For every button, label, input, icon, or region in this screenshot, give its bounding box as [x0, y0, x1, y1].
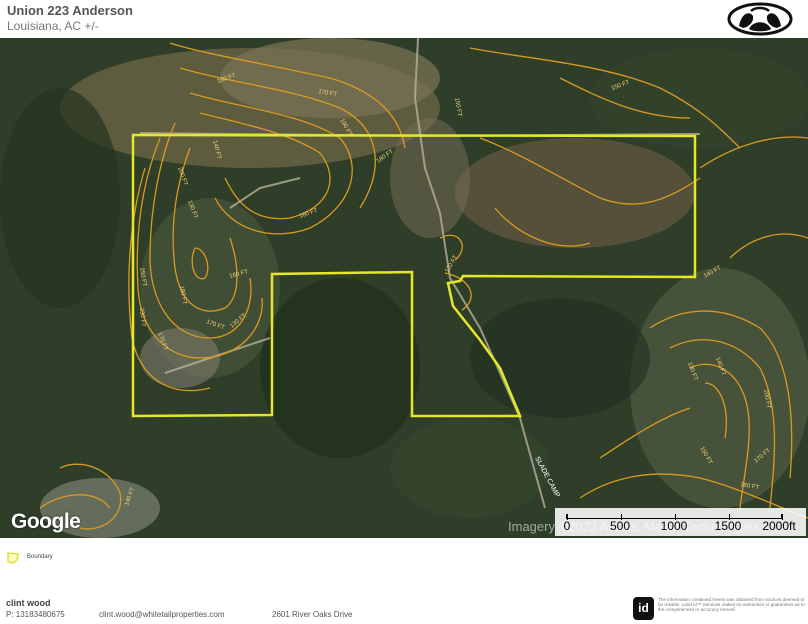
land-id-logo: id: [633, 597, 654, 620]
header: Union 223 Anderson Louisiana, AC +/-: [0, 0, 808, 38]
google-logo: Google: [11, 510, 81, 533]
agent-phone[interactable]: P: 13183480675: [6, 610, 65, 619]
page-subtitle: Louisiana, AC +/-: [7, 19, 99, 33]
scale-label: 500: [609, 519, 631, 533]
page-title: Union 223 Anderson: [7, 3, 133, 18]
whitetail-track-logo: [727, 2, 793, 36]
scale-bar: 0 500 1000 1500 2000ft: [555, 508, 806, 536]
scale-label: 1500: [714, 519, 742, 533]
agent-name: clint wood: [6, 598, 51, 608]
agent-address: 2601 River Oaks Drive: [272, 610, 353, 619]
scale-label: 2000ft: [762, 519, 796, 533]
scale-label: 0: [563, 519, 571, 533]
disclaimer-text: The information contained herein was obt…: [658, 597, 805, 613]
satellite-map[interactable]: 150 FT 170 FT 190 FT 180 FT 160 FT 140 FT 130 …: [0, 38, 808, 538]
agent-email[interactable]: clint.wood@whitetailproperties.com: [99, 610, 225, 619]
boundary-polygon-icon: [7, 552, 19, 564]
legend-label-boundary: Boundary: [27, 554, 53, 560]
scale-label: 1000: [660, 519, 688, 533]
map-canvas[interactable]: 150 FT170 FT190 FT180 FT160 FT140 FT130 …: [0, 38, 808, 538]
